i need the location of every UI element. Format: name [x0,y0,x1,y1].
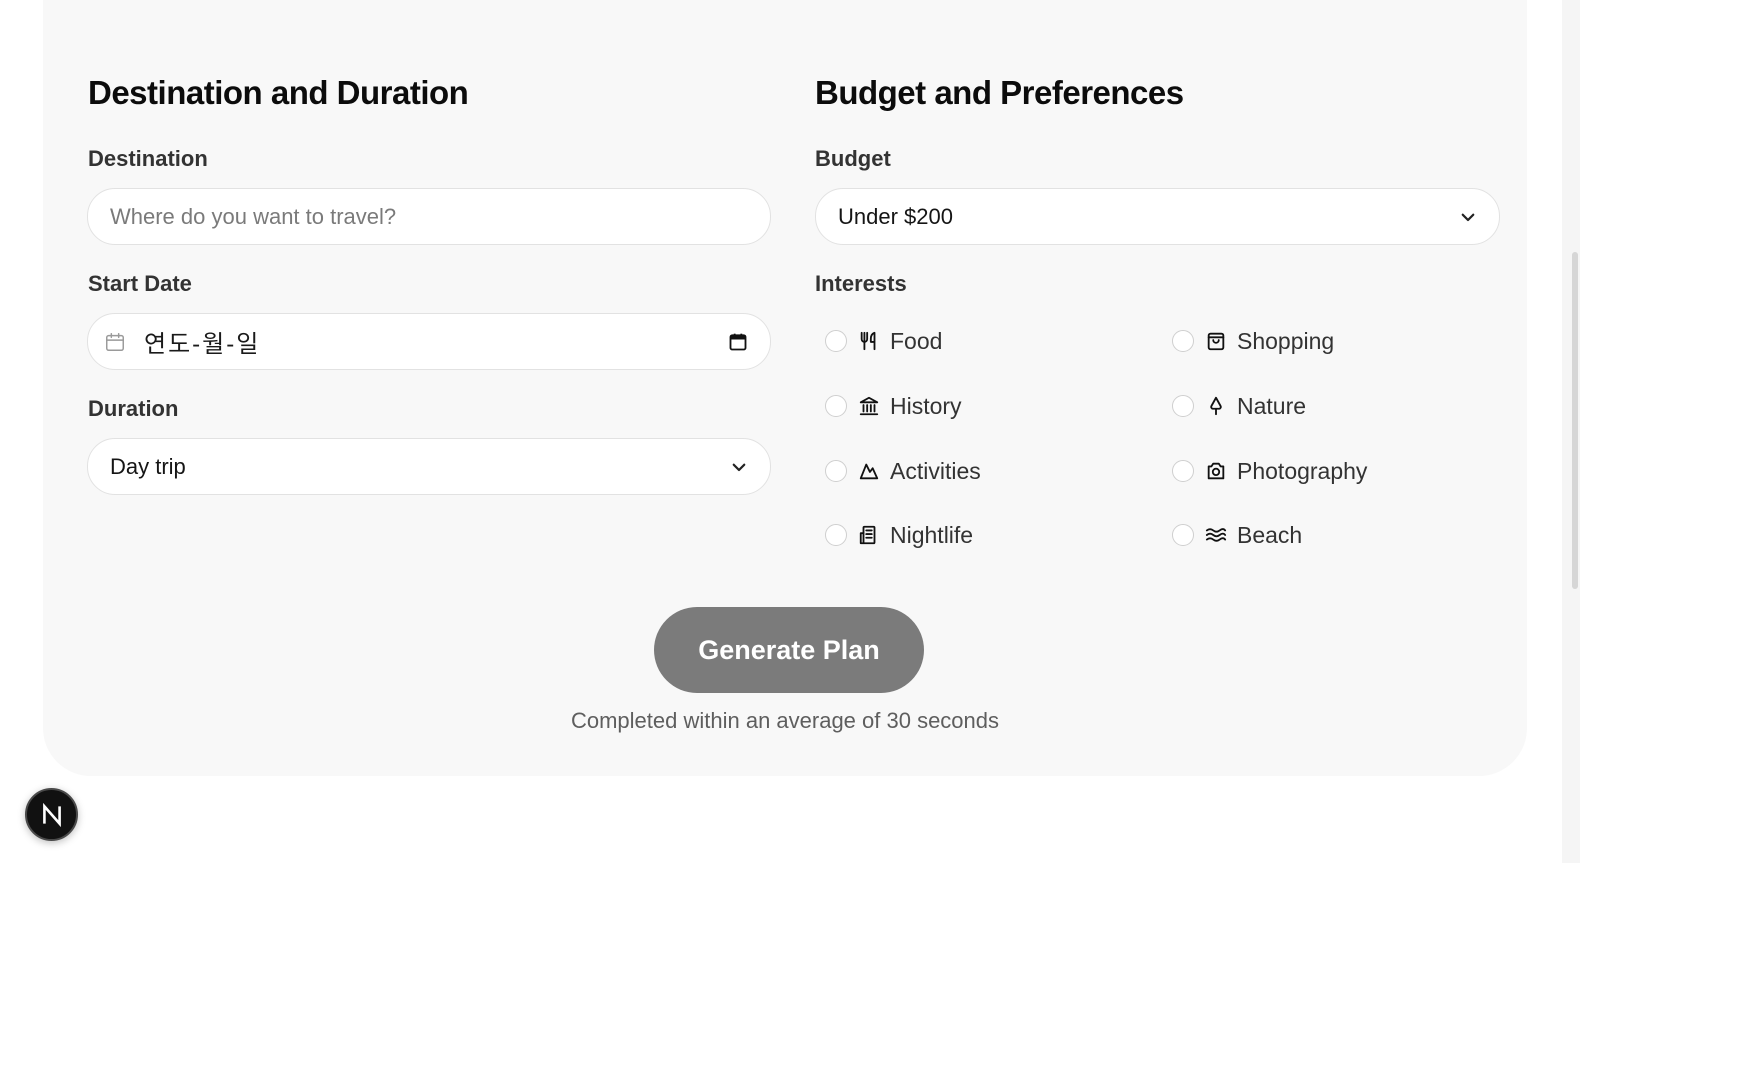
calendar-icon [106,332,124,351]
duration-select[interactable]: Day trip [87,438,771,495]
destination-section-title: Destination and Duration [88,74,469,111]
duration-selected-value: Day trip [110,453,186,479]
interest-option-activities[interactable]: Activities [825,456,981,486]
tree-icon [1210,396,1222,416]
interest-option-shopping[interactable]: Shopping [1172,326,1334,356]
start-date-label: Start Date [88,271,192,296]
destination-placeholder: Where do you want to travel? [110,203,397,229]
interest-label: Nightlife [890,521,974,548]
utensils-icon [860,331,876,351]
radio-button[interactable] [825,395,847,417]
chevron-down-icon [1461,213,1475,221]
interest-label: Activities [890,457,981,484]
interest-option-food[interactable]: Food [825,326,942,356]
n-logo-icon [42,802,61,827]
page-scrollbar-thumb[interactable] [1572,252,1578,589]
shopping-bag-icon [1207,332,1225,351]
interest-label: Food [890,327,943,354]
interests-label: Interests [815,271,907,296]
interest-label: Shopping [1237,327,1335,354]
interest-option-nature[interactable]: Nature [1172,391,1306,421]
radio-button[interactable] [825,330,847,352]
budget-section-title: Budget and Preferences [815,74,1184,111]
mountain-icon [859,463,879,480]
destination-input[interactable]: Where do you want to travel? [87,188,771,245]
waves-icon [1205,528,1227,542]
budget-label: Budget [815,146,891,171]
destination-label: Destination [88,146,208,171]
radio-button[interactable] [825,524,847,546]
start-date-input[interactable]: 연도-월-일 [87,313,771,370]
n-badge-button[interactable] [25,788,78,841]
camera-icon [1207,462,1225,480]
radio-button[interactable] [1172,395,1194,417]
interest-label: History [890,392,962,419]
landmark-icon [859,396,879,416]
date-picker-icon[interactable] [728,332,748,352]
budget-selected-value: Under $200 [838,203,953,229]
interest-label: Photography [1237,457,1368,484]
page-viewport: Destination and Duration Destination Whe… [0,0,1580,863]
chevron-down-icon [732,463,746,471]
interest-label: Nature [1237,392,1307,419]
duration-label: Duration [88,396,179,421]
radio-button[interactable] [1172,330,1194,352]
radio-button[interactable] [825,460,847,482]
radio-button[interactable] [1172,524,1194,546]
interest-option-nightlife[interactable]: Nightlife [825,520,973,550]
interest-option-history[interactable]: History [825,391,962,421]
interest-label: Beach [1237,521,1303,548]
start-date-value: 연도-월-일 [144,331,261,358]
completion-time-note: Completed within an average of 30 second… [570,708,1000,733]
radio-button[interactable] [1172,460,1194,482]
interest-option-photography[interactable]: Photography [1172,456,1367,486]
budget-select[interactable]: Under $200 [815,188,1500,245]
building-icon [859,525,876,545]
generate-plan-button[interactable]: Generate Plan [654,607,924,693]
interest-option-beach[interactable]: Beach [1172,520,1302,550]
